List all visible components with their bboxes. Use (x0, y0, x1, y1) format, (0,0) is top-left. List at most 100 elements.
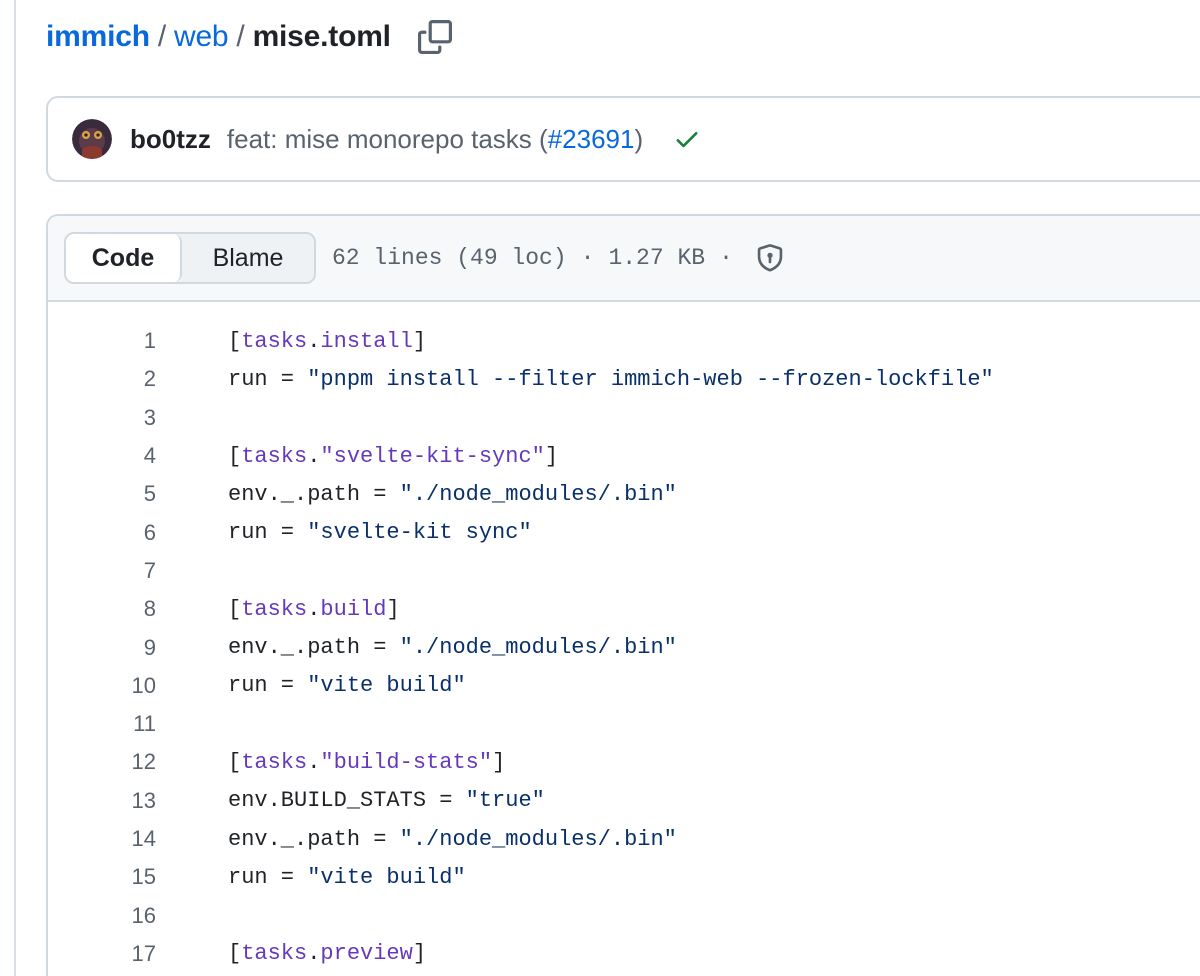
code-line: 12 [tasks."build-stats"] (48, 743, 1200, 781)
line-content: run = "svelte-kit sync" (228, 520, 532, 545)
code-line: 6 run = "svelte-kit sync" (48, 513, 1200, 551)
code-line: 15 run = "vite build" (48, 858, 1200, 896)
commit-message-end: ) (634, 123, 644, 154)
code-token: tasks (241, 443, 308, 469)
avatar[interactable] (72, 119, 112, 159)
line-number[interactable]: 8 (48, 596, 156, 622)
line-number[interactable]: 15 (48, 864, 156, 890)
code-token: . (307, 749, 321, 775)
code-token: [ (228, 749, 242, 775)
code-token: preview (320, 941, 413, 967)
code-token: env._.path = (228, 635, 400, 661)
breadcrumb: immich / web / mise.toml (46, 14, 455, 60)
line-content: [tasks.preview] (228, 941, 426, 966)
shield-icon[interactable] (755, 243, 785, 273)
copy-icon (417, 20, 452, 54)
line-content: [tasks.build] (228, 597, 400, 622)
check-mark (676, 132, 698, 148)
line-number[interactable]: 2 (48, 366, 156, 392)
code-token: tasks (241, 941, 308, 967)
code-token: ] (386, 596, 400, 622)
commit-author-link[interactable]: bo0tzz (130, 124, 211, 155)
code-token: run = (228, 864, 308, 890)
code-line: 17 [tasks.preview] (48, 935, 1200, 973)
code-line: 1 [tasks.install] (48, 322, 1200, 360)
line-number[interactable]: 1 (48, 328, 156, 354)
code-token: run = (228, 520, 308, 546)
code-token: "./node_modules/.bin" (399, 635, 677, 661)
commit-pr-link[interactable]: #23691 (548, 124, 635, 154)
check-icon[interactable] (673, 125, 701, 153)
code-token: env.BUILD_STATS = (228, 788, 466, 814)
line-content: env._.path = "./node_modules/.bin" (228, 827, 677, 852)
code-token: tasks (241, 596, 308, 622)
file-header: Code Blame 62 lines (49 loc) · 1.27 KB · (48, 216, 1200, 302)
breadcrumb-folder-link[interactable]: web (174, 20, 229, 54)
code-token: "vite build" (307, 864, 466, 890)
line-number[interactable]: 13 (48, 788, 156, 814)
line-number[interactable]: 4 (48, 443, 156, 469)
shield-lock-glyph (757, 244, 783, 272)
code-line: 4 [tasks."svelte-kit-sync"] (48, 437, 1200, 475)
file-viewer: Code Blame 62 lines (49 loc) · 1.27 KB ·… (46, 214, 1200, 976)
avatar-image (72, 119, 112, 159)
meta-separator: · (719, 245, 733, 271)
code-token: build (320, 596, 387, 622)
code-token: [ (228, 328, 242, 354)
line-number[interactable]: 17 (48, 941, 156, 967)
line-number[interactable]: 9 (48, 635, 156, 661)
code-token: ] (544, 443, 559, 469)
file-meta: 62 lines (49 loc) · 1.27 KB · (332, 243, 785, 273)
file-size: 1.27 KB (608, 245, 706, 271)
code-line: 14 env._.path = "./node_modules/.bin" (48, 820, 1200, 858)
code-token: . (307, 328, 321, 354)
line-number[interactable]: 3 (48, 405, 156, 431)
code-token: run = (228, 673, 308, 699)
code-line: 5 env._.path = "./node_modules/.bin" (48, 475, 1200, 513)
line-content: env._.path = "./node_modules/.bin" (228, 482, 677, 507)
code-token: [ (228, 941, 242, 967)
code-tab-button[interactable]: Code (66, 234, 182, 282)
code-line: 16 (48, 896, 1200, 934)
line-content: run = "pnpm install --filter immich-web … (228, 367, 994, 392)
line-number[interactable]: 10 (48, 673, 156, 699)
commit-message[interactable]: feat: mise monorepo tasks (#23691) (227, 124, 643, 155)
line-number[interactable]: 14 (48, 826, 156, 852)
file-line-count: 62 lines (49 loc) (332, 245, 567, 271)
code-token: tasks (241, 328, 308, 354)
code-token: . (307, 941, 321, 967)
line-number[interactable]: 16 (48, 903, 156, 929)
code-token: "svelte-kit sync" (307, 520, 532, 546)
line-content: run = "vite build" (228, 865, 466, 890)
line-number[interactable]: 7 (48, 558, 156, 584)
code-token: env._.path = (228, 481, 400, 507)
code-line: 11 (48, 705, 1200, 743)
line-content: [tasks."svelte-kit-sync"] (228, 444, 558, 469)
line-number[interactable]: 5 (48, 481, 156, 507)
code-token: [ (228, 596, 242, 622)
code-token: install (320, 328, 413, 354)
code-token: run = (228, 366, 308, 392)
code-token: tasks (241, 749, 308, 775)
breadcrumb-repo-link[interactable]: immich (46, 20, 150, 54)
code-token: "true" (465, 788, 545, 814)
blame-tab-button[interactable]: Blame (182, 234, 314, 282)
code-token: . (307, 596, 321, 622)
code-line: 9 env._.path = "./node_modules/.bin" (48, 628, 1200, 666)
line-number[interactable]: 12 (48, 749, 156, 775)
code-token: ] (412, 941, 427, 967)
line-number[interactable]: 11 (48, 711, 156, 737)
code-token: env._.path = (228, 826, 400, 852)
copy-path-button[interactable] (415, 17, 455, 57)
code-token: "vite build" (307, 673, 466, 699)
code-token: "build-stats" (320, 749, 493, 775)
view-toggle: Code Blame (64, 232, 316, 284)
breadcrumb-separator: / (236, 20, 245, 53)
breadcrumb-separator: / (157, 20, 166, 53)
line-content: [tasks.install] (228, 329, 426, 354)
code-line: 8 [tasks.build] (48, 590, 1200, 628)
line-number[interactable]: 6 (48, 520, 156, 546)
code-line: 7 (48, 552, 1200, 590)
code-token: . (307, 443, 321, 469)
code-token: "pnpm install --filter immich-web --froz… (307, 366, 994, 392)
